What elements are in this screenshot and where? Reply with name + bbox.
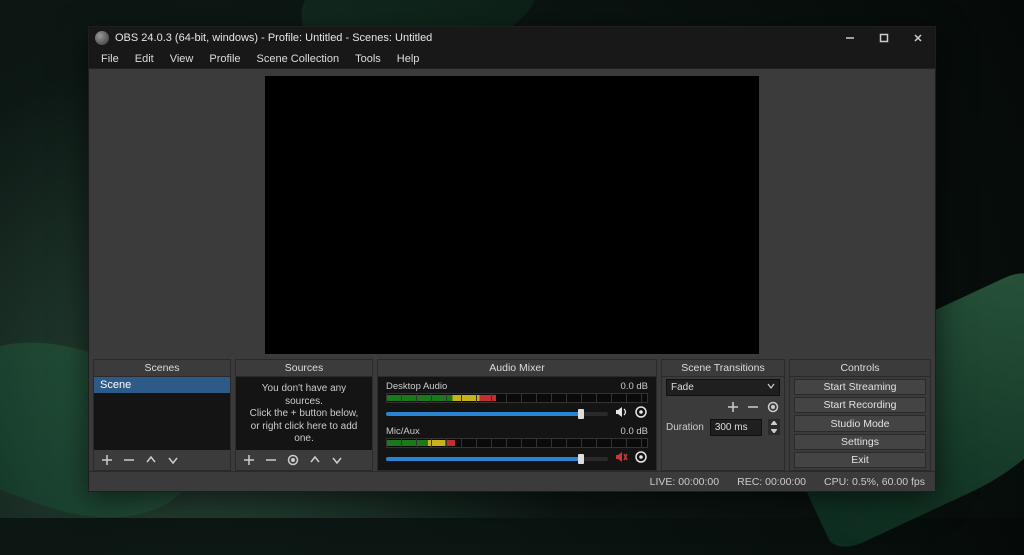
scenes-dock: Scenes Scene <box>93 359 231 471</box>
volume-slider[interactable] <box>386 412 608 416</box>
camera-icon <box>335 448 357 451</box>
status-rec: REC: 00:00:00 <box>737 476 806 488</box>
close-button[interactable] <box>901 27 935 49</box>
globe-icon <box>307 448 329 451</box>
sources-dock: Sources You don't have any sources. Clic… <box>235 359 373 471</box>
minimize-button[interactable] <box>833 27 867 49</box>
sources-hint-icons <box>244 448 364 451</box>
duration-up-button[interactable] <box>768 419 780 427</box>
duration-label: Duration <box>666 422 704 433</box>
start-streaming-button[interactable]: Start Streaming <box>794 379 926 395</box>
mixer-title: Audio Mixer <box>378 360 656 377</box>
scenes-toolbar <box>94 450 230 470</box>
settings-button[interactable]: Settings <box>794 434 926 450</box>
controls-title: Controls <box>790 360 930 377</box>
sources-hint-line: You don't have any sources. <box>244 383 364 408</box>
mixer-channel: Mic/Aux 0.0 dB <box>386 426 648 467</box>
window-title: OBS 24.0.3 (64-bit, windows) - Profile: … <box>115 32 432 44</box>
sources-hint: You don't have any sources. Click the + … <box>236 377 372 450</box>
channel-level: 0.0 dB <box>621 381 648 392</box>
preview-area <box>89 69 935 359</box>
muted-speaker-icon[interactable] <box>614 450 628 467</box>
dock-row: Scenes Scene Sources You don't have any … <box>89 359 935 471</box>
image-icon <box>251 448 273 451</box>
controls-dock: Controls Start Streaming Start Recording… <box>789 359 931 471</box>
mixer-channel: Desktop Audio 0.0 dB <box>386 381 648 422</box>
scene-down-button[interactable] <box>166 453 180 467</box>
channel-level: 0.0 dB <box>621 426 648 437</box>
sources-toolbar <box>236 450 372 470</box>
duration-input[interactable]: 300 ms <box>710 419 762 436</box>
channel-name: Desktop Audio <box>386 381 447 392</box>
studio-mode-button[interactable]: Studio Mode <box>794 415 926 431</box>
menu-profile[interactable]: Profile <box>201 51 248 67</box>
add-scene-button[interactable] <box>100 453 114 467</box>
preview-canvas[interactable] <box>265 76 759 354</box>
add-transition-button[interactable] <box>726 400 740 414</box>
menu-file[interactable]: File <box>93 51 127 67</box>
scene-item[interactable]: Scene <box>94 377 230 393</box>
app-window: OBS 24.0.3 (64-bit, windows) - Profile: … <box>88 26 936 492</box>
source-down-button[interactable] <box>330 453 344 467</box>
sources-list[interactable]: You don't have any sources. Click the + … <box>236 377 372 450</box>
audio-mixer-dock: Audio Mixer Desktop Audio 0.0 dB <box>377 359 657 471</box>
menu-edit[interactable]: Edit <box>127 51 162 67</box>
channel-meter <box>386 393 648 403</box>
duration-down-button[interactable] <box>768 427 780 435</box>
titlebar: OBS 24.0.3 (64-bit, windows) - Profile: … <box>89 27 935 49</box>
remove-scene-button[interactable] <box>122 453 136 467</box>
duration-value: 300 ms <box>715 422 748 433</box>
start-recording-button[interactable]: Start Recording <box>794 397 926 413</box>
transitions-dock: Scene Transitions Fade Duration 300 ms <box>661 359 785 471</box>
channel-name: Mic/Aux <box>386 426 420 437</box>
remove-source-button[interactable] <box>264 453 278 467</box>
remove-transition-button[interactable] <box>746 400 760 414</box>
scenes-title: Scenes <box>94 360 230 377</box>
menu-help[interactable]: Help <box>389 51 428 67</box>
app-icon <box>95 31 109 45</box>
menubar: File Edit View Profile Scene Collection … <box>89 49 935 69</box>
maximize-button[interactable] <box>867 27 901 49</box>
gear-icon[interactable] <box>634 450 648 467</box>
channel-meter <box>386 438 648 448</box>
exit-button[interactable]: Exit <box>794 452 926 468</box>
status-live: LIVE: 00:00:00 <box>650 476 719 488</box>
add-source-button[interactable] <box>242 453 256 467</box>
transition-select[interactable]: Fade <box>666 379 780 396</box>
transition-selected: Fade <box>671 382 694 393</box>
speaker-icon[interactable] <box>614 405 628 422</box>
status-bar: LIVE: 00:00:00 REC: 00:00:00 CPU: 0.5%, … <box>89 471 935 491</box>
volume-slider[interactable] <box>386 457 608 461</box>
menu-scene-collection[interactable]: Scene Collection <box>249 51 348 67</box>
menu-view[interactable]: View <box>162 51 202 67</box>
mixer-body: Desktop Audio 0.0 dB <box>378 377 656 470</box>
sources-title: Sources <box>236 360 372 377</box>
chevron-down-icon <box>767 382 775 393</box>
status-cpu: CPU: 0.5%, 60.00 fps <box>824 476 925 488</box>
transitions-title: Scene Transitions <box>662 360 784 377</box>
gear-icon[interactable] <box>634 405 648 422</box>
sources-hint-line: or right click here to add one. <box>244 421 364 446</box>
transition-properties-button[interactable] <box>766 400 780 414</box>
display-icon <box>279 448 301 451</box>
scenes-list[interactable]: Scene <box>94 377 230 450</box>
menu-tools[interactable]: Tools <box>347 51 389 67</box>
sources-hint-line: Click the + button below, <box>244 408 364 421</box>
scene-up-button[interactable] <box>144 453 158 467</box>
source-up-button[interactable] <box>308 453 322 467</box>
source-properties-button[interactable] <box>286 453 300 467</box>
